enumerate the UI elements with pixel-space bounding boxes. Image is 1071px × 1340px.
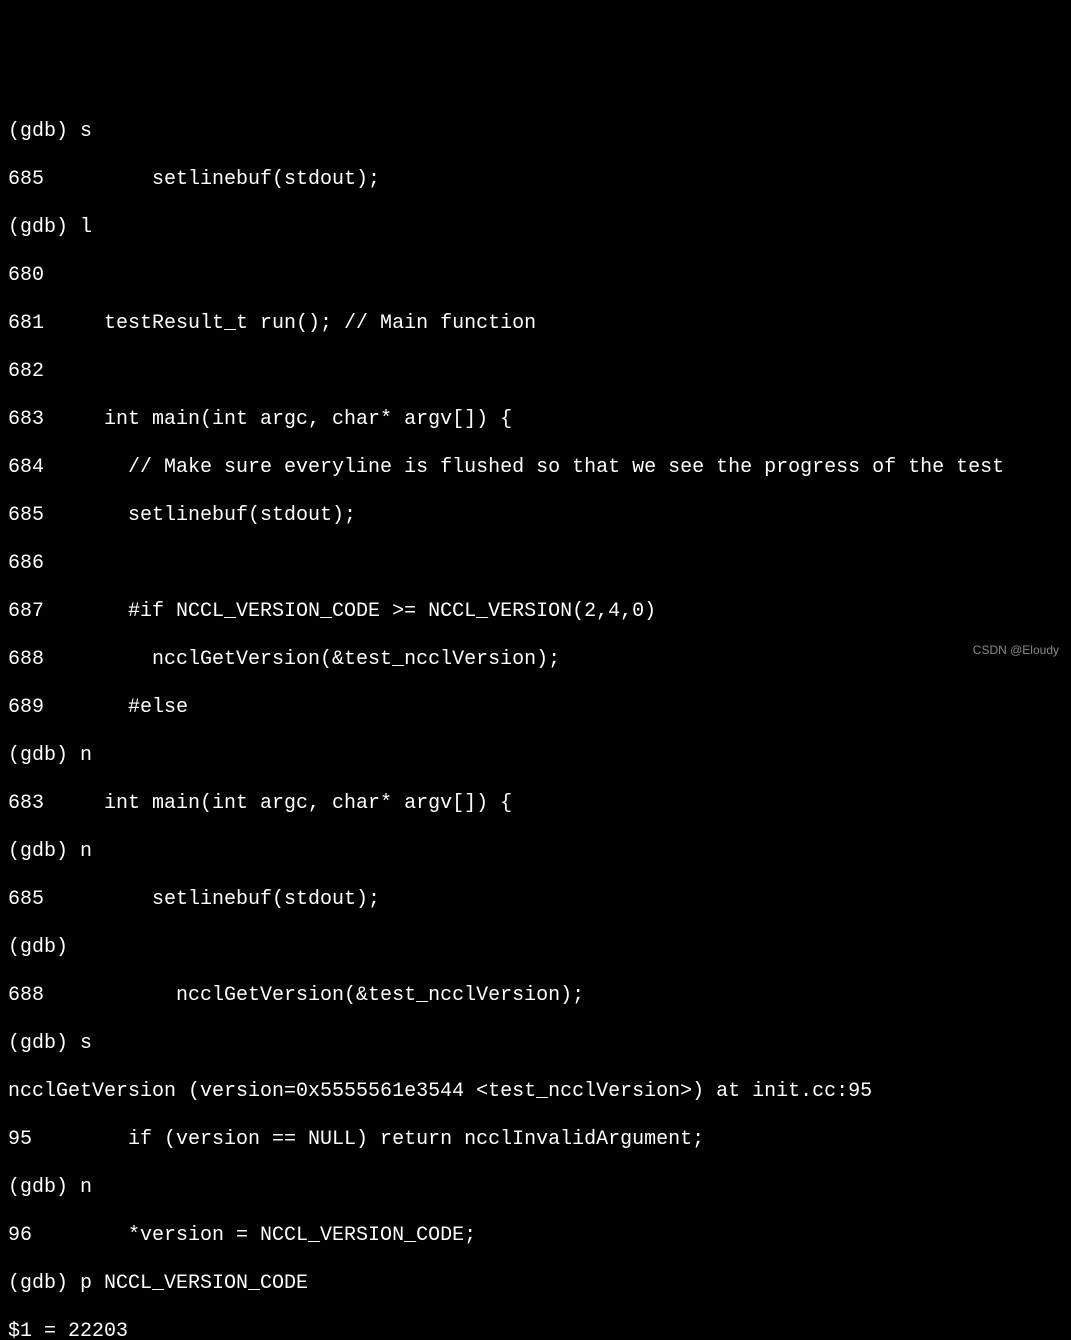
watermark-text: CSDN @Eloudy: [973, 638, 1059, 662]
terminal-line: 687 #if NCCL_VERSION_CODE >= NCCL_VERSIO…: [8, 600, 1063, 624]
terminal-line: 95 if (version == NULL) return ncclInval…: [8, 1128, 1063, 1152]
terminal-output[interactable]: (gdb) s 685 setlinebuf(stdout); (gdb) l …: [8, 96, 1063, 1340]
terminal-line: 680: [8, 264, 1063, 288]
terminal-line: 683 int main(int argc, char* argv[]) {: [8, 408, 1063, 432]
terminal-line: 681 testResult_t run(); // Main function: [8, 312, 1063, 336]
terminal-line: (gdb) n: [8, 744, 1063, 768]
terminal-line: (gdb): [8, 936, 1063, 960]
terminal-line: (gdb) s: [8, 120, 1063, 144]
terminal-line: 685 setlinebuf(stdout);: [8, 888, 1063, 912]
terminal-line: 682: [8, 360, 1063, 384]
terminal-line: (gdb) s: [8, 1032, 1063, 1056]
terminal-line: 686: [8, 552, 1063, 576]
terminal-line: 688 ncclGetVersion(&test_ncclVersion);: [8, 984, 1063, 1008]
terminal-line: 685 setlinebuf(stdout);: [8, 504, 1063, 528]
terminal-line: (gdb) n: [8, 840, 1063, 864]
terminal-line: ncclGetVersion (version=0x5555561e3544 <…: [8, 1080, 1063, 1104]
terminal-line: $1 = 22203: [8, 1320, 1063, 1340]
terminal-line: 96 *version = NCCL_VERSION_CODE;: [8, 1224, 1063, 1248]
terminal-line: 685 setlinebuf(stdout);: [8, 168, 1063, 192]
terminal-line: (gdb) l: [8, 216, 1063, 240]
terminal-line: 683 int main(int argc, char* argv[]) {: [8, 792, 1063, 816]
terminal-line: (gdb) n: [8, 1176, 1063, 1200]
terminal-line: 688 ncclGetVersion(&test_ncclVersion);: [8, 648, 1063, 672]
terminal-line: 684 // Make sure everyline is flushed so…: [8, 456, 1063, 480]
terminal-line: (gdb) p NCCL_VERSION_CODE: [8, 1272, 1063, 1296]
terminal-line: 689 #else: [8, 696, 1063, 720]
